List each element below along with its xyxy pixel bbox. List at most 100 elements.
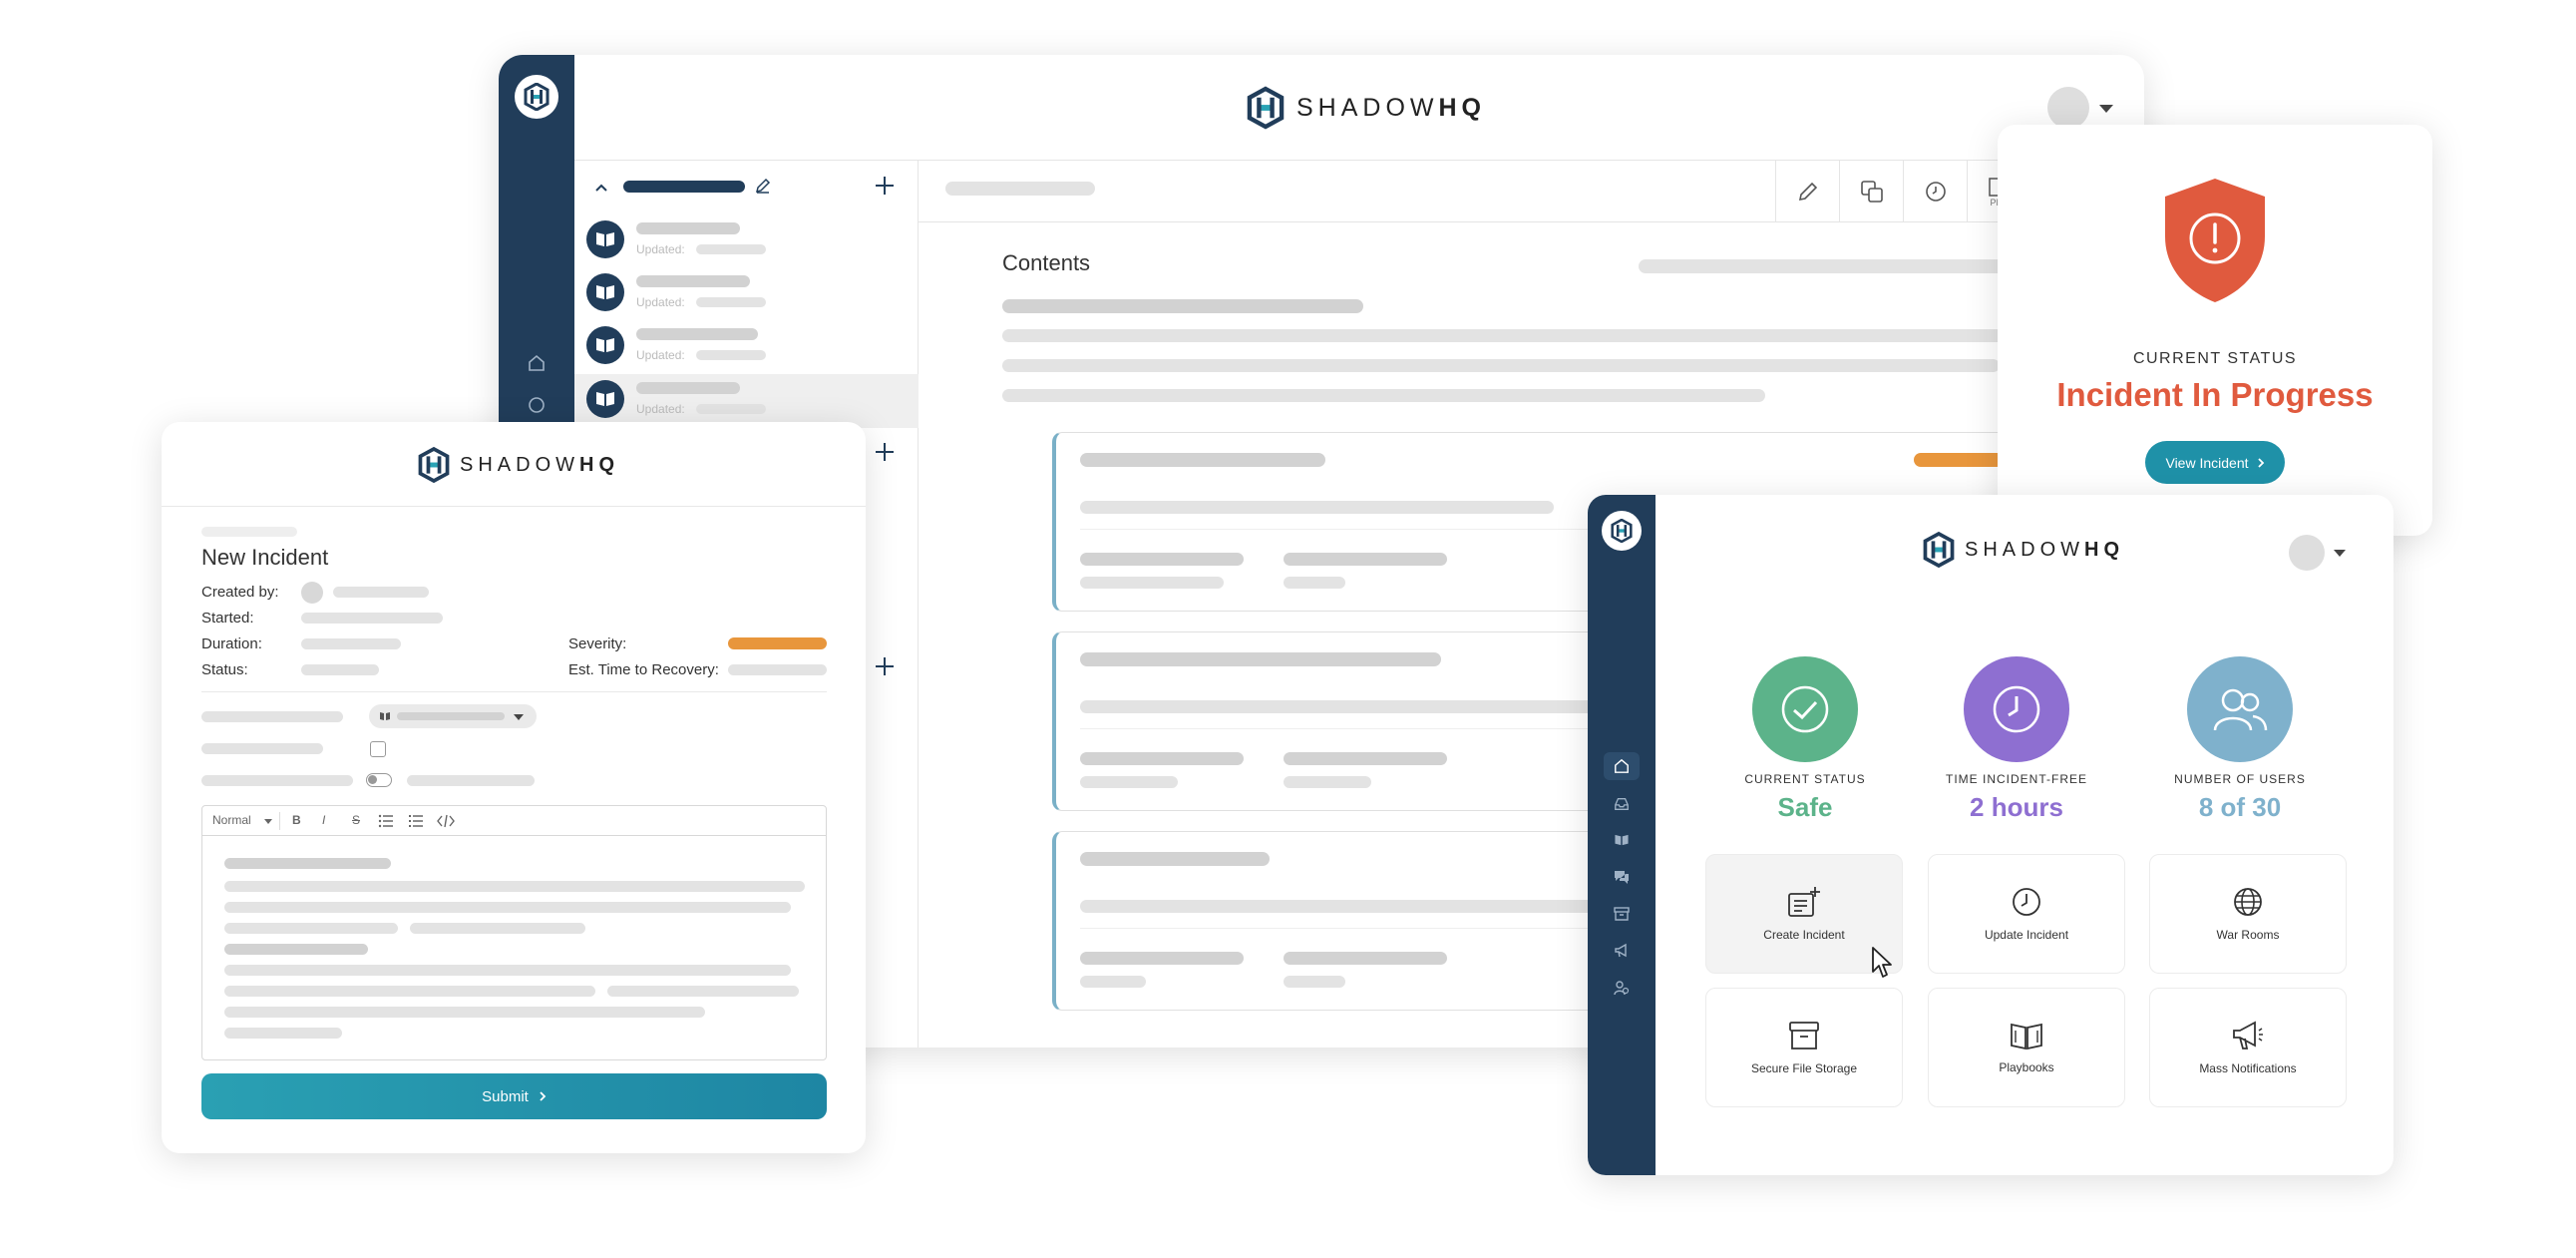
stat-current-status: CURRENT STATUS Safe	[1705, 656, 1905, 836]
chevron-down-icon	[264, 819, 272, 824]
ordered-list-icon[interactable]	[378, 814, 394, 828]
brand-name-light: SHADOW	[460, 453, 579, 476]
history-button[interactable]	[1903, 161, 1967, 222]
sidebar-logo-badge[interactable]	[515, 75, 558, 119]
chevron-down-icon[interactable]	[2099, 105, 2113, 113]
copy-icon	[1860, 181, 1883, 203]
chevron-right-icon	[540, 1091, 547, 1101]
brand-name-bold: HQ	[1438, 93, 1486, 122]
sidebar-logo-badge[interactable]	[1602, 511, 1642, 551]
created-by-label: Created by:	[201, 584, 279, 601]
dashboard-card: SHADOWHQ CURRENT STATUS Safe TIME INCIDE…	[1588, 495, 2393, 1175]
list-item[interactable]: Updated:	[574, 374, 919, 428]
user-avatar[interactable]	[2047, 87, 2089, 129]
inbox-icon[interactable]	[1614, 796, 1630, 812]
stat-label: NUMBER OF USERS	[2174, 772, 2306, 786]
clock-icon	[1925, 182, 1946, 202]
avatar	[301, 582, 323, 604]
contents-heading: Contents	[1002, 250, 1091, 275]
home-icon[interactable]	[528, 354, 546, 372]
italic-button[interactable]: I	[322, 813, 325, 827]
code-icon[interactable]	[436, 813, 456, 829]
add-icon[interactable]	[874, 655, 896, 677]
megaphone-icon[interactable]	[1614, 943, 1630, 959]
chat-icon[interactable]	[1614, 869, 1630, 885]
tile-label: War Rooms	[2216, 928, 2280, 942]
playbooks-tile[interactable]: Playbooks	[1928, 988, 2125, 1107]
submit-label: Submit	[482, 1087, 529, 1105]
add-icon[interactable]	[874, 175, 896, 197]
book-icon	[380, 712, 390, 720]
mouse-cursor-icon	[1872, 947, 1892, 978]
brand-name-light: SHADOW	[1296, 93, 1439, 122]
list-item[interactable]: Updated:	[574, 320, 919, 374]
users-icon	[2187, 656, 2293, 762]
copy-button[interactable]	[1839, 161, 1903, 222]
bold-button[interactable]: B	[292, 813, 301, 827]
list-title-bar	[623, 181, 745, 193]
secure-file-storage-tile[interactable]: Secure File Storage	[1705, 988, 1903, 1107]
archive-box-icon[interactable]	[1614, 906, 1630, 922]
inbox-icon[interactable]	[528, 396, 546, 414]
form-brand-logo: SHADOWHQ	[418, 445, 619, 485]
form-title: New Incident	[201, 545, 329, 570]
globe-icon	[2234, 888, 2262, 916]
status-label: CURRENT STATUS	[2132, 350, 2298, 367]
tile-label: Secure File Storage	[1750, 1061, 1858, 1075]
check-circle-icon	[1752, 656, 1858, 762]
shadowhq-logo-icon	[1923, 531, 1955, 569]
strike-button[interactable]: S	[352, 813, 360, 827]
brand-name-bold: HQ	[579, 453, 619, 476]
rich-text-editor[interactable]: Normal B I S	[201, 805, 827, 1060]
shadowhq-logo-icon	[1611, 519, 1633, 543]
stat-time-incident-free: TIME INCIDENT-FREE 2 hours	[1917, 656, 2116, 836]
duration-label: Duration:	[201, 635, 262, 652]
list-item[interactable]: Updated:	[574, 214, 919, 268]
current-status-card: CURRENT STATUS Incident In Progress View…	[1998, 125, 2432, 536]
stat-value: 8 of 30	[2198, 792, 2282, 822]
add-icon[interactable]	[874, 441, 896, 463]
chevron-right-icon	[2257, 457, 2264, 468]
book-icon	[586, 326, 624, 364]
update-incident-tile[interactable]: Update Incident	[1928, 854, 2125, 974]
submit-button[interactable]: Submit	[201, 1073, 827, 1119]
book-icon[interactable]	[1614, 833, 1630, 847]
chevron-down-icon[interactable]	[2334, 550, 2346, 557]
checkbox[interactable]	[370, 741, 386, 757]
dashboard-sidebar	[1588, 495, 1656, 1175]
pencil-icon[interactable]	[754, 177, 772, 195]
shadowhq-logo-icon	[1247, 86, 1285, 130]
archive-box-icon	[1789, 1022, 1819, 1049]
bullet-list-icon[interactable]	[408, 814, 424, 828]
severity-indicator	[728, 637, 827, 649]
list-item[interactable]: Updated:	[574, 267, 919, 321]
book-icon	[2011, 1023, 2042, 1050]
brand-name-light: SHADOW	[1965, 538, 2084, 561]
users-icon[interactable]	[1614, 980, 1630, 996]
started-label: Started:	[201, 610, 254, 627]
war-rooms-tile[interactable]: War Rooms	[2149, 854, 2347, 974]
updated-label: Updated:	[636, 295, 685, 309]
stat-value: Safe	[1777, 792, 1833, 822]
mass-notifications-tile[interactable]: Mass Notifications	[2149, 988, 2347, 1107]
stat-value: 2 hours	[1970, 792, 2063, 822]
home-icon[interactable]	[1614, 758, 1630, 774]
chevron-down-icon	[514, 714, 524, 720]
main-brand-logo: SHADOWHQ	[1247, 85, 1486, 131]
book-icon	[586, 220, 624, 258]
status-value: Incident In Progress	[2056, 376, 2374, 413]
format-select[interactable]: Normal	[212, 813, 251, 827]
view-incident-button[interactable]: View Incident	[2145, 441, 2285, 484]
user-avatar[interactable]	[2289, 535, 2325, 571]
category-select[interactable]	[369, 704, 537, 728]
megaphone-icon	[2233, 1021, 2263, 1049]
chevron-up-icon[interactable]	[593, 180, 609, 196]
view-incident-label: View Incident	[2165, 454, 2249, 471]
create-incident-icon	[1788, 887, 1820, 917]
toggle-switch[interactable]	[366, 773, 392, 787]
edit-button[interactable]	[1775, 161, 1839, 222]
updated-label: Updated:	[636, 402, 685, 416]
stat-label: TIME INCIDENT-FREE	[1945, 772, 2087, 786]
updated-label: Updated:	[636, 242, 685, 256]
warning-shield-icon	[2165, 179, 2265, 302]
